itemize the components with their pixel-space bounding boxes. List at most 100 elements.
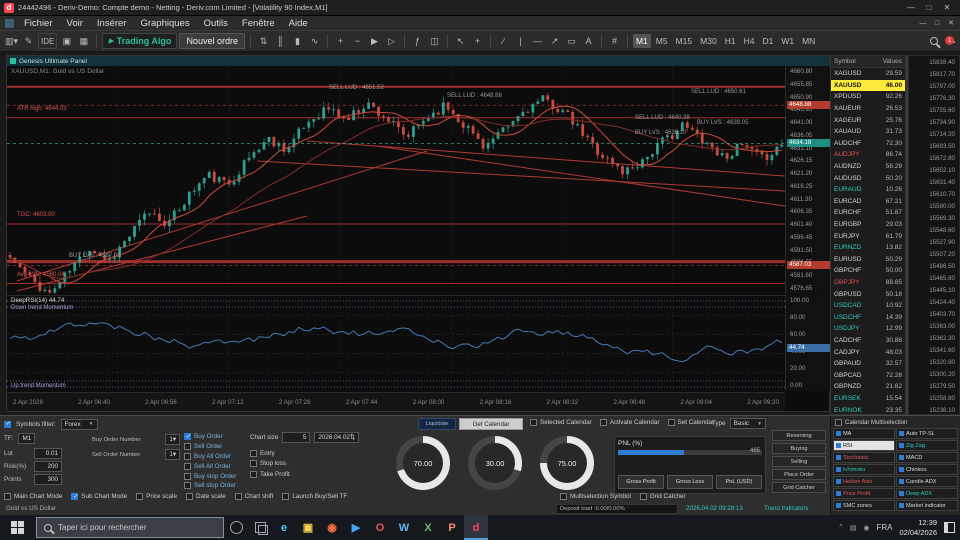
cursor-icon[interactable]: ↖ — [453, 33, 468, 49]
symbols-filter-select[interactable]: Forex▼ — [61, 419, 98, 430]
lot-input[interactable]: 0.01 — [34, 448, 62, 459]
chart-size-input[interactable]: 5 — [282, 432, 310, 443]
check-buy-order[interactable]: Buy Order — [184, 432, 236, 442]
check-buy-all-order[interactable]: Buy All Order — [184, 452, 236, 462]
crosshair-icon[interactable]: + — [470, 33, 485, 49]
auto-scroll-icon[interactable]: ▶ — [367, 33, 382, 49]
risk--input[interactable]: 200 — [34, 461, 62, 472]
market-watch-row-xpdusd[interactable]: XPDUSD92.26 — [831, 91, 905, 103]
menu-voir[interactable]: Voir — [60, 18, 90, 29]
symbols-filter-checkbox[interactable] — [4, 421, 11, 428]
taskbar-app-powerpoint[interactable]: P — [440, 515, 464, 540]
market-watch-row-xaueur[interactable]: XAUEUR26.53 — [831, 103, 905, 115]
new-order-button[interactable]: Nouvel ordre — [179, 33, 245, 49]
bar-chart-icon[interactable]: ║ — [273, 33, 288, 49]
pnl-usd--button[interactable]: PnL (USD) — [716, 475, 762, 489]
menu-graphiques[interactable]: Graphiques — [133, 18, 196, 29]
check-sub-chart-mode[interactable]: Sub Chart Mode — [71, 493, 127, 500]
selling-button[interactable]: Selling — [772, 456, 826, 467]
check-activate-calendar[interactable]: Activate Calendar — [600, 419, 660, 426]
candlestick-chart[interactable]: XAUUSD,M1: Gold vs US Dollar SELL LUD : … — [7, 66, 785, 294]
check-launch-buy-sell-tf[interactable]: Launch Buy/Sell TF — [282, 493, 347, 500]
time-axis[interactable]: 2 Apr 20262 Apr 06:402 Apr 06:562 Apr 07… — [7, 392, 785, 411]
text-icon[interactable]: A — [581, 33, 596, 49]
check-buy-stop-order[interactable]: Buy stop Order — [184, 471, 236, 481]
trendline-icon[interactable]: ∕ — [496, 33, 511, 49]
market-watch-row-euraud[interactable]: EURAUD10.26 — [831, 184, 905, 196]
grid-catcher-button[interactable]: Grid Catcher — [772, 482, 826, 493]
points-input[interactable]: 300 — [34, 474, 62, 485]
ide-button[interactable]: IDE — [38, 33, 57, 49]
tf-select[interactable]: M1 — [18, 433, 35, 444]
indicators-icon[interactable]: ƒ — [410, 33, 425, 49]
profiles-icon[interactable]: ✎ — [21, 33, 36, 49]
timeframe-m1[interactable]: M1 — [633, 34, 651, 48]
taskbar-app-word[interactable]: W — [392, 515, 416, 540]
search-icon[interactable] — [930, 37, 938, 45]
objects-icon[interactable]: ◫ — [427, 33, 442, 49]
buy-order-number-select[interactable]: 1▾ — [165, 434, 180, 445]
market-watch-row-cadjpy[interactable]: CADJPY48.03 — [831, 346, 905, 358]
market-watch-row-eurjpy[interactable]: EURJPY61.79 — [831, 230, 905, 242]
indicator-market-indicator[interactable]: Market indicator — [896, 500, 958, 511]
minimize-button[interactable]: — — [902, 2, 920, 14]
check-date-scale[interactable]: Date scale — [186, 493, 226, 500]
check-take-profit[interactable]: Take Profit — [250, 469, 290, 480]
taskbar-app-deriv[interactable]: d — [464, 515, 488, 540]
new-chart-icon[interactable]: ▥▾ — [4, 33, 19, 49]
check-sell-all-order[interactable]: Sell All Order — [184, 461, 236, 471]
gross-loss-button[interactable]: Gross Loss — [667, 475, 713, 489]
market-watch-row-usdcad[interactable]: USDCAD10.92 — [831, 300, 905, 312]
market-watch-row-xagusd[interactable]: XAGUSD29.59 — [831, 68, 905, 80]
horizontal-line-icon[interactable]: — — [530, 33, 545, 49]
check-sell-order[interactable]: Sell Order — [184, 442, 236, 452]
gross-profit-button[interactable]: Gross Profit — [618, 475, 664, 489]
chart-shift-icon[interactable]: ▷ — [384, 33, 399, 49]
grid-icon[interactable]: # — [607, 33, 622, 49]
indicator-candle-adx[interactable]: Candle ADX — [896, 476, 958, 487]
taskbar-app-opera[interactable]: O — [368, 515, 392, 540]
sub-indicator-panel[interactable]: DeepRSI(14) 44.74 Down trend Momentum Up… — [7, 295, 785, 391]
market-watch-row-eursek[interactable]: EURSEK15.54 — [831, 393, 905, 405]
indicator-rsi[interactable]: RSI — [833, 440, 895, 451]
arrow-icon[interactable]: ↗ — [547, 33, 562, 49]
menu-ins-rer[interactable]: Insérer — [90, 18, 134, 29]
market-watch-row-xauaud[interactable]: XAUAUD31.73 — [831, 126, 905, 138]
price-axis[interactable]: 4660.804655.854650.904645.954641.004636.… — [785, 66, 831, 294]
market-watch-row-audjpy[interactable]: AUDJPY86.74 — [831, 149, 905, 161]
check-selected-calendar[interactable]: Selected Calendar — [530, 419, 592, 426]
market-watch-row-audchf[interactable]: AUDCHF72.30 — [831, 138, 905, 150]
zoom-in-icon[interactable]: + — [333, 33, 348, 49]
market-watch-row-xageur[interactable]: XAGEUR25.76 — [831, 114, 905, 126]
network-icon[interactable]: ▤ — [850, 524, 857, 532]
menu-fichier[interactable]: Fichier — [17, 18, 60, 29]
date-picker[interactable]: 2026.04.02 ⇅ — [314, 432, 359, 443]
taskbar-app-file-explorer[interactable]: ▣ — [296, 515, 320, 540]
market-watch-row-gbpchf[interactable]: GBPCHF50.00 — [831, 265, 905, 277]
liquidate-button[interactable]: Liquidate — [418, 418, 456, 430]
volume-icon[interactable]: ◉ — [863, 524, 869, 532]
market-watch-row-usdjpy[interactable]: USDJPY12.99 — [831, 323, 905, 335]
menu-aide[interactable]: Aide — [282, 18, 315, 29]
calendar-multiselection-checkbox[interactable] — [835, 419, 842, 426]
market-watch-row-gbpnzd[interactable]: GBPNZD21.62 — [831, 381, 905, 393]
candle-chart-icon[interactable]: ▮ — [290, 33, 305, 49]
taskbar-app-excel[interactable]: X — [416, 515, 440, 540]
taskbar-app-firefox[interactable]: ◉ — [320, 515, 344, 540]
market-watch-row-eurgbp[interactable]: EURGBP29.03 — [831, 219, 905, 231]
zoom-out-icon[interactable]: − — [350, 33, 365, 49]
check-sell-stop-order[interactable]: Sell stop Order — [184, 481, 236, 491]
market-watch-row-gbpcad[interactable]: GBPCAD72.28 — [831, 369, 905, 381]
taskbar-app-telegram[interactable]: ▶ — [344, 515, 368, 540]
timeframe-m30[interactable]: M30 — [697, 34, 720, 48]
check-entry[interactable]: Entry — [250, 448, 290, 459]
timeframe-h1[interactable]: H1 — [722, 34, 739, 48]
timeframe-w1[interactable]: W1 — [778, 34, 797, 48]
maximize-button[interactable]: □ — [920, 2, 938, 14]
line-chart-icon[interactable]: ∿ — [307, 33, 322, 49]
get-calendar-button[interactable]: Get Calendar — [459, 418, 523, 430]
market-watch-row-xauusd[interactable]: XAUUSD46.00 — [831, 80, 905, 92]
child-close-button[interactable]: ✕ — [944, 17, 958, 29]
indicator-smc-zones[interactable]: SMC zones — [833, 500, 895, 511]
taskbar-search-input[interactable]: Taper ici pour rechercher — [36, 517, 224, 538]
